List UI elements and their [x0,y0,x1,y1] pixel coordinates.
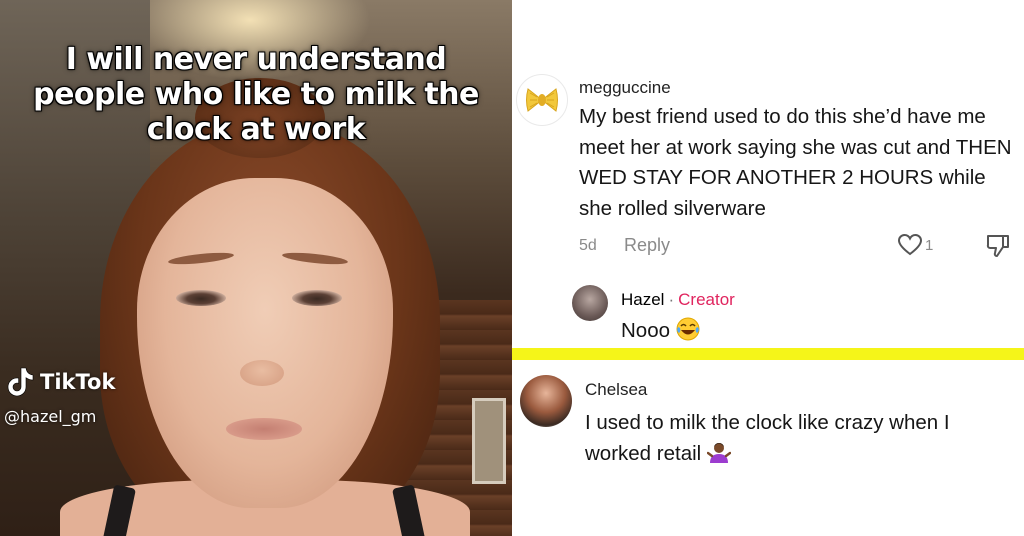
comment-text: I used to milk the clock like crazy when… [585,411,950,465]
comment-username[interactable]: megguccine [579,78,671,98]
eye-left [176,290,226,306]
reply-username[interactable]: Hazel [621,290,664,310]
tiktok-logo-icon [6,366,34,398]
like-count: 1 [925,236,934,254]
avatar-chelsea[interactable] [520,375,572,427]
comment-actions: 5d Reply 1 [579,233,1019,259]
comment-text: My best friend used to do this she’d hav… [579,105,1012,220]
comment-timestamp: 5d [579,237,597,254]
avatar-megguccine[interactable] [516,74,568,126]
thumbs-down-icon [986,235,1009,257]
tiktok-brand-label: TikTok [40,370,116,394]
video-frame[interactable]: I will never understand people who like … [0,0,512,536]
reply-header: Hazel · Creator [621,290,735,310]
wall-picture-frame [472,398,506,484]
person-face [137,178,393,508]
comment-text-row: I used to milk the clock like crazy when… [585,408,1015,473]
dislike-button[interactable] [985,233,1011,264]
laughing-crying-emoji-icon [676,317,700,351]
separator-dot: · [668,290,675,309]
video-caption: I will never understand people who like … [33,42,479,148]
comment-username[interactable]: Chelsea [585,380,647,400]
heart-icon [897,233,923,256]
like-button[interactable]: 1 [897,233,933,257]
comments-panel: megguccine My best friend used to do thi… [512,0,1024,536]
person-shrugging-emoji-icon [706,440,732,474]
nose [240,360,284,386]
creator-handle: @hazel_gm [4,407,97,426]
eye-right [292,290,342,306]
creator-badge: Creator [678,290,735,309]
tiktok-watermark: TikTok [6,366,115,398]
section-divider [512,348,1024,360]
avatar-hazel[interactable] [572,285,608,321]
reply-button[interactable]: Reply [624,235,670,256]
reply-text: Nooo [621,319,671,342]
pasta-bow-icon [526,88,558,112]
reply-text-row: Nooo [621,316,700,351]
mouth [226,418,302,440]
